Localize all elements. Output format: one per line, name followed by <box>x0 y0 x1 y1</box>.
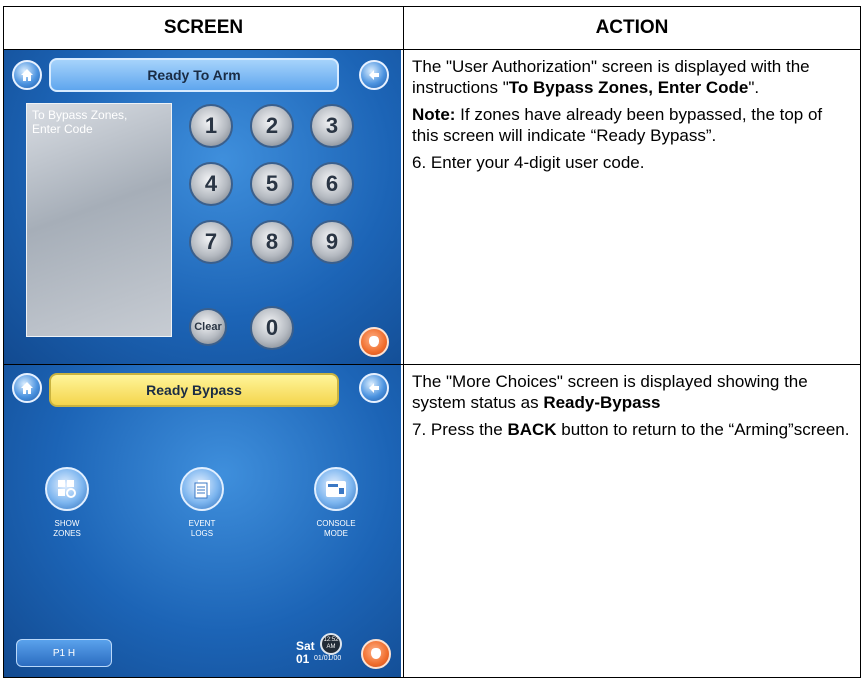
action-bold-text: To Bypass Zones, Enter Code <box>508 78 749 97</box>
back-button[interactable] <box>359 373 389 403</box>
back-button[interactable] <box>359 60 389 90</box>
instruction-line-1: To Bypass Zones, <box>32 108 128 122</box>
feature-label: LOGS <box>190 529 214 538</box>
feature-label: SHOW <box>54 519 80 528</box>
key-2[interactable]: 2 <box>250 104 294 148</box>
back-arrow-icon <box>369 383 379 393</box>
screen-cell-2: Ready Bypass SHOW ZONES EVENT LOGS CONSO… <box>3 364 404 678</box>
status-title-bar: Ready To Arm <box>49 58 339 92</box>
event-logs-icon <box>180 467 224 511</box>
action-text: button to return to the “Arming”screen. <box>556 420 850 439</box>
action-text: 7. Press the <box>412 420 508 439</box>
time-text: 12:52 <box>323 637 339 643</box>
clock-icon: 12:52 AM <box>320 633 342 655</box>
key-3[interactable]: 3 <box>310 104 354 148</box>
date-number: 01 <box>296 652 310 666</box>
key-8[interactable]: 8 <box>250 220 294 264</box>
zones-search-icon <box>45 467 89 511</box>
home-button[interactable] <box>12 373 42 403</box>
date-time-display: Sat 01 01/01/00 12:52 AM <box>296 633 354 667</box>
instruction-table: SCREEN ACTION Ready To Arm To Bypass Zon… <box>3 6 861 678</box>
note-text: If zones have already been bypassed, the… <box>412 105 823 145</box>
screen-cell-1: Ready To Arm To Bypass Zones, Enter Code… <box>3 49 404 365</box>
panic-button[interactable] <box>359 327 389 357</box>
action-bold-text: BACK <box>507 420 557 439</box>
action-text: ". <box>748 78 760 97</box>
ready-bypass-screen: Ready Bypass SHOW ZONES EVENT LOGS CONSO… <box>4 365 401 677</box>
key-4[interactable]: 4 <box>189 162 233 206</box>
feature-label: ZONES <box>53 529 81 538</box>
key-1[interactable]: 1 <box>189 104 233 148</box>
ready-to-arm-screen: Ready To Arm To Bypass Zones, Enter Code… <box>4 50 401 364</box>
console-mode-button[interactable]: CONSOLE MODE <box>286 467 386 539</box>
home-button[interactable] <box>12 60 42 90</box>
day-label: Sat <box>296 639 315 653</box>
panic-button[interactable] <box>361 639 391 669</box>
back-arrow-icon <box>369 70 379 80</box>
screen-column-header: SCREEN <box>3 6 404 50</box>
home-icon <box>21 382 33 394</box>
clear-key[interactable]: Clear <box>189 308 227 346</box>
instruction-panel: To Bypass Zones, Enter Code <box>26 103 172 337</box>
show-zones-button[interactable]: SHOW ZONES <box>17 467 117 539</box>
key-6[interactable]: 6 <box>310 162 354 206</box>
action-column-header: ACTION <box>403 6 861 50</box>
note-paragraph: Note: If zones have already been bypasse… <box>412 104 852 146</box>
action-paragraph-2: The "More Choices" screen is displayed s… <box>412 371 852 413</box>
action-paragraph-1: The "User Authorization" screen is displ… <box>412 56 852 98</box>
home-icon <box>21 69 33 81</box>
ampm-text: AM <box>326 644 336 650</box>
action-cell-1: The "User Authorization" screen is displ… <box>403 49 861 365</box>
partition-button[interactable]: P1 H <box>16 639 112 667</box>
note-label: Note: <box>412 105 456 124</box>
key-7[interactable]: 7 <box>189 220 233 264</box>
key-9[interactable]: 9 <box>310 220 354 264</box>
action-cell-2: The "More Choices" screen is displayed s… <box>403 364 861 678</box>
full-date: 01/01/00 <box>314 655 342 662</box>
console-mode-icon <box>314 467 358 511</box>
step-6: 6. Enter your 4-digit user code. <box>412 153 645 172</box>
feature-label: CONSOLE <box>316 519 356 528</box>
feature-label: EVENT <box>188 519 216 528</box>
key-5[interactable]: 5 <box>250 162 294 206</box>
status-title-bar: Ready Bypass <box>49 373 339 407</box>
instruction-line-2: Enter Code <box>32 122 93 136</box>
action-bold-text: Ready-Bypass <box>543 393 661 412</box>
event-logs-button[interactable]: EVENT LOGS <box>152 467 252 539</box>
key-0[interactable]: 0 <box>250 306 294 350</box>
step-7: 7. Press the BACK button to return to th… <box>412 419 852 440</box>
feature-label: MODE <box>324 529 348 538</box>
